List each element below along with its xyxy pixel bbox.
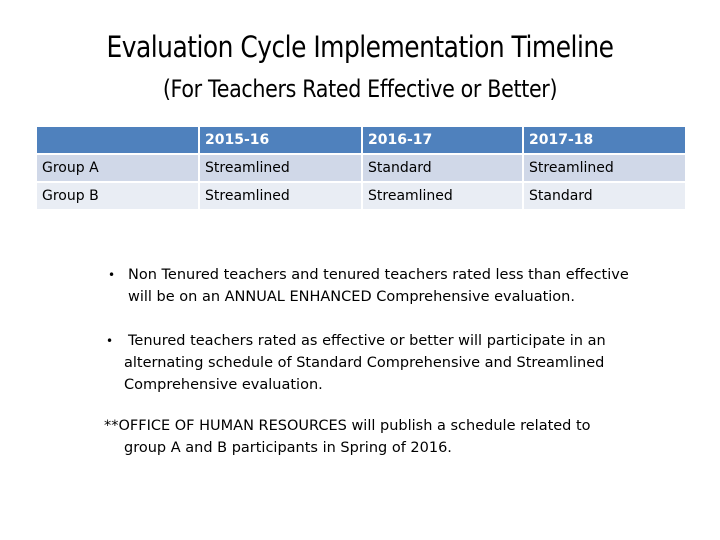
hr-note: **OFFICE OF HUMAN RESOURCES will publish… xyxy=(104,415,664,459)
table-cell: Streamlined xyxy=(200,183,361,209)
note-line: group A and B participants in Spring of … xyxy=(124,440,452,456)
bullet-list: • Non Tenured teachers and tenured teach… xyxy=(106,264,668,418)
table-row: Group A Streamlined Standard Streamlined xyxy=(37,155,685,181)
header-cell-2016-17: 2016-17 xyxy=(363,127,522,153)
row-label-group-b: Group B xyxy=(37,183,198,209)
table-cell: Standard xyxy=(363,155,522,181)
table-cell: Standard xyxy=(524,183,685,209)
table-row: Group B Streamlined Streamlined Standard xyxy=(37,183,685,209)
timeline-table: 2015-16 2016-17 2017-18 Group A Streamli… xyxy=(35,125,687,211)
bullet-text-line: Tenured teachers rated as effective or b… xyxy=(128,333,606,349)
slide-subtitle: (For Teachers Rated Effective or Better) xyxy=(162,75,558,103)
header-cell-empty xyxy=(37,127,198,153)
slide-title: Evaluation Cycle Implementation Timeline xyxy=(106,30,614,64)
note-line: **OFFICE OF HUMAN RESOURCES will publish… xyxy=(104,418,591,434)
table-cell: Streamlined xyxy=(363,183,522,209)
bullet-text-line: Comprehensive evaluation. xyxy=(124,377,323,393)
header-cell-2015-16: 2015-16 xyxy=(200,127,361,153)
header-cell-2017-18: 2017-18 xyxy=(524,127,685,153)
table-cell: Streamlined xyxy=(524,155,685,181)
table-header-row: 2015-16 2016-17 2017-18 xyxy=(37,127,685,153)
bullet-icon: • xyxy=(108,268,116,282)
table-cell: Streamlined xyxy=(200,155,361,181)
bullet-text-line: Non Tenured teachers and tenured teacher… xyxy=(128,267,629,283)
bullet-text-line: alternating schedule of Standard Compreh… xyxy=(124,355,605,371)
bullet-item: • Non Tenured teachers and tenured teach… xyxy=(108,264,668,308)
bullet-icon: • xyxy=(106,334,114,348)
row-label-group-a: Group A xyxy=(37,155,198,181)
bullet-text-line: will be on an ANNUAL ENHANCED Comprehens… xyxy=(128,289,575,305)
bullet-item: • Tenured teachers rated as effective or… xyxy=(106,330,668,396)
